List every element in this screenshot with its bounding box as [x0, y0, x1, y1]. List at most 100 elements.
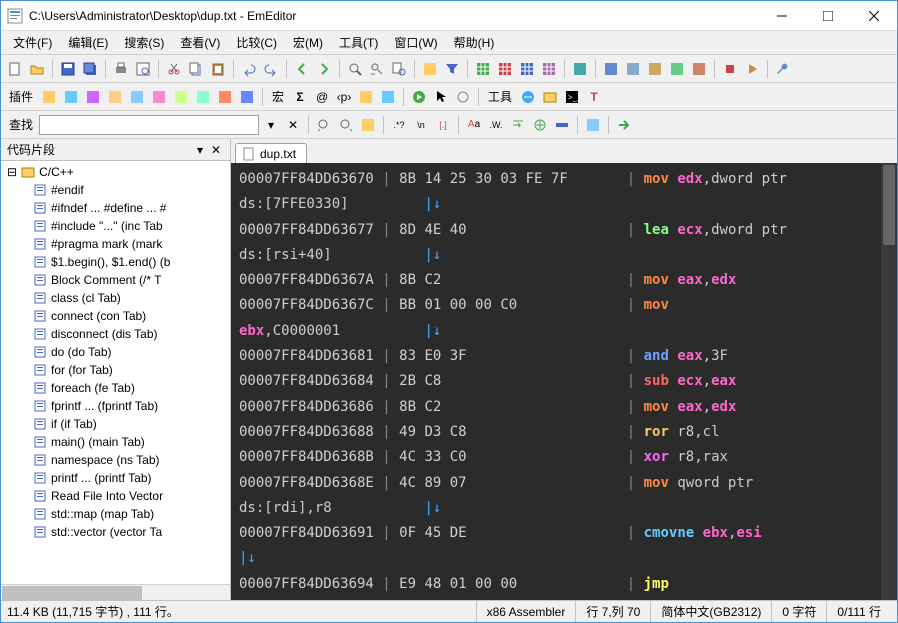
macro1-icon[interactable]	[356, 87, 376, 107]
tree-item[interactable]: #endif	[3, 181, 228, 199]
editor-vscrollbar[interactable]	[881, 163, 897, 600]
snippet-tree[interactable]: ⊟ C/C++ #endif#ifndef ... #define ... ##…	[1, 161, 230, 584]
tree-item[interactable]: do (do Tab)	[3, 343, 228, 361]
tree-item[interactable]: Block Comment (/* T	[3, 271, 228, 289]
tree-item[interactable]: if (if Tab)	[3, 415, 228, 433]
close-button[interactable]	[851, 1, 897, 31]
sidebar-dropdown-icon[interactable]: ▾	[192, 142, 208, 158]
csv4-icon[interactable]	[539, 59, 559, 79]
tree-item[interactable]: Read File Into Vector	[3, 487, 228, 505]
markers-icon[interactable]	[420, 59, 440, 79]
find-all-icon[interactable]	[358, 115, 378, 135]
menu-help[interactable]: 帮助(H)	[446, 31, 503, 54]
highlight-icon[interactable]	[552, 115, 572, 135]
replace-icon[interactable]	[367, 59, 387, 79]
saveall-icon[interactable]	[80, 59, 100, 79]
case-icon[interactable]: Aa	[464, 115, 484, 135]
scrollbar-thumb[interactable]	[2, 586, 142, 600]
go-icon[interactable]	[409, 87, 429, 107]
menu-compare[interactable]: 比较(C)	[228, 31, 285, 54]
go-arrow-icon[interactable]	[614, 115, 634, 135]
tree-item[interactable]: std::vector (vector Ta	[3, 523, 228, 541]
plugin4-icon[interactable]	[105, 87, 125, 107]
explorer-icon[interactable]	[540, 87, 560, 107]
plugin6-icon[interactable]	[149, 87, 169, 107]
ie-icon[interactable]	[518, 87, 538, 107]
plugin5-icon[interactable]	[127, 87, 147, 107]
sidebar-hscrollbar[interactable]	[1, 584, 230, 600]
macro-p-icon[interactable]: ‹p›	[334, 87, 354, 107]
cut-icon[interactable]	[164, 59, 184, 79]
advanced-icon[interactable]	[583, 115, 603, 135]
findfiles-icon[interactable]	[389, 59, 409, 79]
wrench-icon[interactable]	[773, 59, 793, 79]
tree-item[interactable]: class (cl Tab)	[3, 289, 228, 307]
tree-item[interactable]: namespace (ns Tab)	[3, 451, 228, 469]
menu-edit[interactable]: 编辑(E)	[60, 31, 116, 54]
back-icon[interactable]	[292, 59, 312, 79]
tool1-icon[interactable]	[570, 59, 590, 79]
collapse-icon[interactable]: ⊟	[7, 165, 17, 179]
word-icon[interactable]: .W.	[486, 115, 506, 135]
maximize-button[interactable]	[805, 1, 851, 31]
escape-icon[interactable]: \n	[411, 115, 431, 135]
csv1-icon[interactable]	[473, 59, 493, 79]
minimize-button[interactable]	[759, 1, 805, 31]
open-icon[interactable]	[27, 59, 47, 79]
tree-item[interactable]: std::map (map Tab)	[3, 505, 228, 523]
paste-icon[interactable]	[208, 59, 228, 79]
cursor-icon[interactable]	[431, 87, 451, 107]
tool3-icon[interactable]	[623, 59, 643, 79]
plugin3-icon[interactable]	[83, 87, 103, 107]
csv3-icon[interactable]	[517, 59, 537, 79]
tree-item[interactable]: $1.begin(), $1.end() (b	[3, 253, 228, 271]
menu-view[interactable]: 查看(V)	[172, 31, 228, 54]
menu-macro[interactable]: 宏(M)	[285, 31, 331, 54]
filter-icon[interactable]	[442, 59, 462, 79]
regex-icon[interactable]: .*?	[389, 115, 409, 135]
macro2-icon[interactable]	[378, 87, 398, 107]
tool2-icon[interactable]	[601, 59, 621, 79]
tree-item[interactable]: #include "..." (inc Tab	[3, 217, 228, 235]
play-icon[interactable]	[742, 59, 762, 79]
menu-window[interactable]: 窗口(W)	[386, 31, 445, 54]
tree-item[interactable]: for (for Tab)	[3, 361, 228, 379]
plugin2-icon[interactable]	[61, 87, 81, 107]
tree-item[interactable]: #ifndef ... #define ... #	[3, 199, 228, 217]
plugin9-icon[interactable]	[215, 87, 235, 107]
find-close-icon[interactable]: ✕	[283, 115, 303, 135]
copy-icon[interactable]	[186, 59, 206, 79]
sidebar-close-icon[interactable]: ✕	[208, 142, 224, 158]
find-dropdown-icon[interactable]: ▾	[261, 115, 281, 135]
menu-file[interactable]: 文件(F)	[5, 31, 60, 54]
plugin7-icon[interactable]	[171, 87, 191, 107]
tree-item[interactable]: printf ... (printf Tab)	[3, 469, 228, 487]
find-prev-icon[interactable]	[314, 115, 334, 135]
code-editor[interactable]: 00007FF84DD63670 | 8B 14 25 30 03 FE 7F …	[231, 163, 897, 600]
menu-search[interactable]: 搜索(S)	[116, 31, 172, 54]
macro-sum-icon[interactable]: Σ	[290, 87, 310, 107]
plugin10-icon[interactable]	[237, 87, 257, 107]
csv2-icon[interactable]	[495, 59, 515, 79]
tool4-icon[interactable]	[645, 59, 665, 79]
plugin1-icon[interactable]	[39, 87, 59, 107]
preview-icon[interactable]	[133, 59, 153, 79]
undo-icon[interactable]	[239, 59, 259, 79]
font-icon[interactable]: T	[584, 87, 604, 107]
print-icon[interactable]	[111, 59, 131, 79]
redo-icon[interactable]	[261, 59, 281, 79]
save-icon[interactable]	[58, 59, 78, 79]
incremental-icon[interactable]	[530, 115, 550, 135]
menu-tools[interactable]: 工具(T)	[331, 31, 386, 54]
tree-item[interactable]: connect (con Tab)	[3, 307, 228, 325]
tool6-icon[interactable]	[689, 59, 709, 79]
tree-item[interactable]: foreach (fe Tab)	[3, 379, 228, 397]
tree-folder[interactable]: ⊟ C/C++	[3, 163, 228, 181]
file-tab[interactable]: dup.txt	[235, 143, 307, 163]
tool5-icon[interactable]	[667, 59, 687, 79]
macro-wrench-icon[interactable]	[453, 87, 473, 107]
forward-icon[interactable]	[314, 59, 334, 79]
find-icon[interactable]	[345, 59, 365, 79]
find-input[interactable]	[39, 115, 259, 135]
new-icon[interactable]	[5, 59, 25, 79]
